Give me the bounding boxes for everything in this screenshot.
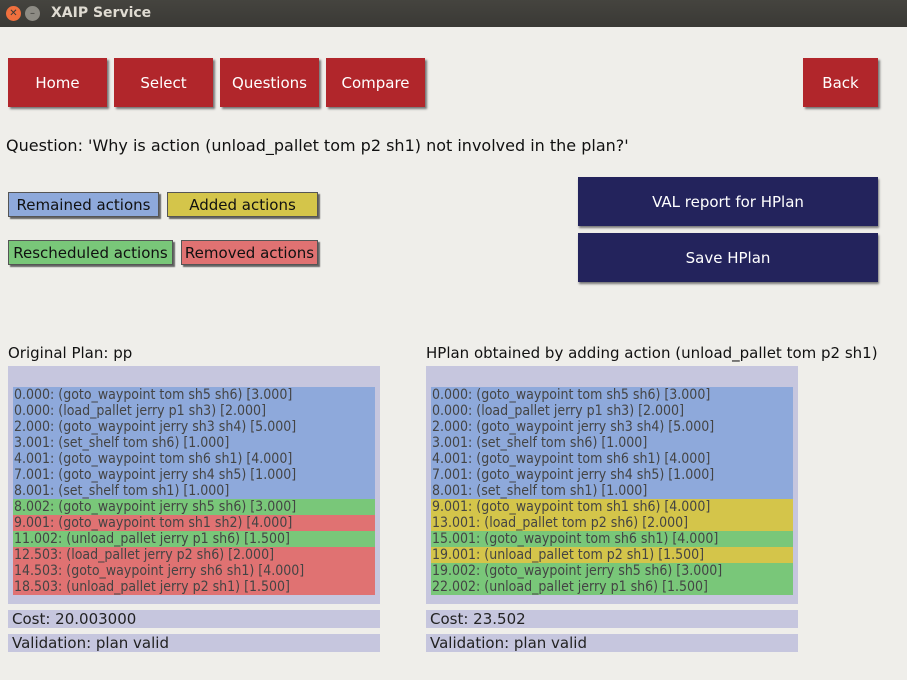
hplan-validation: Validation: plan valid — [426, 634, 798, 652]
val-report-button[interactable]: VAL report for HPlan — [578, 177, 878, 226]
plan-row: 3.001: (set_shelf tom sh6) [1.000] — [13, 435, 375, 451]
plan-row: 2.000: (goto_waypoint jerry sh3 sh4) [5.… — [431, 419, 793, 435]
plan-row: 0.000: (goto_waypoint tom sh5 sh6) [3.00… — [13, 387, 375, 403]
window-titlebar: ✕ – XAIP Service — [0, 0, 907, 27]
plan-row: 0.000: (load_pallet jerry p1 sh3) [2.000… — [431, 403, 793, 419]
compare-button[interactable]: Compare — [326, 58, 425, 107]
plan-row: 13.001: (load_pallet tom p2 sh6) [2.000] — [431, 515, 793, 531]
window-minimize-button[interactable]: – — [25, 6, 40, 21]
question-text: Question: 'Why is action (unload_pallet … — [6, 136, 629, 155]
window-close-button[interactable]: ✕ — [6, 6, 21, 21]
plan-row: 18.503: (unload_pallet jerry p2 sh1) [1.… — [13, 579, 375, 595]
plan-row: 14.503: (goto_waypoint jerry sh6 sh1) [4… — [13, 563, 375, 579]
plan-row: 12.503: (load_pallet jerry p2 sh6) [2.00… — [13, 547, 375, 563]
plan-row: 11.002: (unload_pallet jerry p1 sh6) [1.… — [13, 531, 375, 547]
hplan-title: HPlan obtained by adding action (unload_… — [426, 344, 878, 362]
plan-row: 8.001: (set_shelf tom sh1) [1.000] — [13, 483, 375, 499]
plan-row: 9.001: (goto_waypoint tom sh1 sh6) [4.00… — [431, 499, 793, 515]
legend-added-actions: Added actions — [167, 192, 318, 217]
legend-removed-actions: Removed actions — [181, 240, 318, 265]
plan-row: 4.001: (goto_waypoint tom sh6 sh1) [4.00… — [13, 451, 375, 467]
original-validation: Validation: plan valid — [8, 634, 380, 652]
plan-row: 8.001: (set_shelf tom sh1) [1.000] — [431, 483, 793, 499]
window-title: XAIP Service — [51, 5, 152, 21]
hplan-panel: 0.000: (goto_waypoint tom sh5 sh6) [3.00… — [426, 366, 798, 604]
plan-row: 0.000: (goto_waypoint tom sh5 sh6) [3.00… — [431, 387, 793, 403]
plan-row: 8.002: (goto_waypoint jerry sh5 sh6) [3.… — [13, 499, 375, 515]
plan-row: 22.002: (unload_pallet jerry p1 sh6) [1.… — [431, 579, 793, 595]
plan-row: 7.001: (goto_waypoint jerry sh4 sh5) [1.… — [13, 467, 375, 483]
hplan-cost: Cost: 23.502 — [426, 610, 798, 628]
plan-row: 15.001: (goto_waypoint tom sh6 sh1) [4.0… — [431, 531, 793, 547]
select-button[interactable]: Select — [114, 58, 213, 107]
plan-row: 2.000: (goto_waypoint jerry sh3 sh4) [5.… — [13, 419, 375, 435]
back-button[interactable]: Back — [803, 58, 878, 107]
plan-row: 7.001: (goto_waypoint jerry sh4 sh5) [1.… — [431, 467, 793, 483]
plan-row: 19.002: (goto_waypoint jerry sh5 sh6) [3… — [431, 563, 793, 579]
plan-row: 3.001: (set_shelf tom sh6) [1.000] — [431, 435, 793, 451]
legend-remained-actions: Remained actions — [8, 192, 159, 217]
original-plan-title: Original Plan: pp — [8, 344, 133, 362]
original-plan-list: 0.000: (goto_waypoint tom sh5 sh6) [3.00… — [13, 387, 375, 595]
save-hplan-button[interactable]: Save HPlan — [578, 233, 878, 282]
original-cost: Cost: 20.003000 — [8, 610, 380, 628]
original-plan-panel: 0.000: (goto_waypoint tom sh5 sh6) [3.00… — [8, 366, 380, 604]
hplan-list: 0.000: (goto_waypoint tom sh5 sh6) [3.00… — [431, 387, 793, 595]
plan-row: 0.000: (load_pallet jerry p1 sh3) [2.000… — [13, 403, 375, 419]
plan-row: 19.001: (unload_pallet tom p2 sh1) [1.50… — [431, 547, 793, 563]
legend-rescheduled-actions: Rescheduled actions — [8, 240, 173, 265]
plan-row: 4.001: (goto_waypoint tom sh6 sh1) [4.00… — [431, 451, 793, 467]
plan-row: 9.001: (goto_waypoint tom sh1 sh2) [4.00… — [13, 515, 375, 531]
home-button[interactable]: Home — [8, 58, 107, 107]
questions-button[interactable]: Questions — [220, 58, 319, 107]
